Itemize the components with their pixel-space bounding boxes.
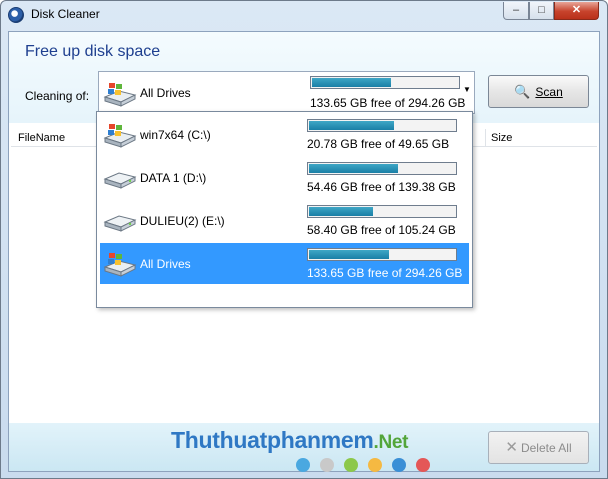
column-separator[interactable] <box>485 129 486 147</box>
column-size[interactable]: Size <box>491 132 512 144</box>
combo-free-space: 133.65 GB free of 294.26 GB <box>310 96 466 110</box>
drive-option-name: win7x64 (C:\) <box>140 128 211 142</box>
disk-cleaner-app-icon <box>8 7 24 23</box>
watermark-suffix: .Net <box>373 432 409 453</box>
combo-selected-name: All Drives <box>140 86 191 100</box>
chevron-down-icon[interactable]: ▼ <box>463 85 471 94</box>
close-button[interactable]: ✕ <box>554 2 599 20</box>
watermark-dot <box>296 458 310 472</box>
drive-option-free-space: 133.65 GB free of 294.26 GB <box>307 266 463 280</box>
drive-option-free-space: 20.78 GB free of 49.65 GB <box>307 137 450 151</box>
drive-usage-bar <box>307 248 457 261</box>
hard-drive-icon <box>103 172 137 189</box>
drive-option-free-space: 58.40 GB free of 105.24 GB <box>307 223 456 237</box>
hard-drive-icon <box>103 215 137 232</box>
watermark-dot <box>344 458 358 472</box>
drive-select-combo[interactable]: All Drives 133.65 GB free of 294.26 GB ▼ <box>98 71 475 114</box>
drive-usage-bar <box>307 119 457 132</box>
windows-drive-icon <box>103 253 137 277</box>
drive-option[interactable]: DATA 1 (D:\) 54.46 GB free of 139.38 GB <box>100 157 469 198</box>
magnifier-icon: 🔍 <box>514 84 531 99</box>
maximize-button[interactable]: □ <box>529 2 554 20</box>
drive-dropdown-list[interactable]: win7x64 (C:\) 20.78 GB free of 49.65 GB DA… <box>96 111 473 308</box>
watermark-dot <box>320 458 334 472</box>
drive-option[interactable]: win7x64 (C:\) 20.78 GB free of 49.65 GB <box>100 114 469 155</box>
watermark-main: Thuthuatphanmem <box>171 427 374 453</box>
delete-all-label: Delete All <box>520 441 572 455</box>
combo-usage-bar <box>310 76 460 89</box>
window-title: Disk Cleaner <box>31 7 100 21</box>
delete-all-button[interactable]: ✕ Delete All <box>488 431 589 464</box>
drive-option-name: DATA 1 (D:\) <box>140 171 207 185</box>
header-panel: Free up disk space Cleaning of: All Driv… <box>9 32 599 123</box>
drive-usage-fill <box>309 164 398 173</box>
watermark-dot <box>392 458 406 472</box>
windows-drive-icon <box>103 124 137 148</box>
footer-panel: Thuthuatphanmem.Net ✕ Delete All <box>9 423 599 472</box>
minimize-button[interactable]: – <box>503 2 529 20</box>
drive-usage-fill <box>309 121 394 130</box>
combo-usage-fill <box>312 78 391 87</box>
cleaning-of-label: Cleaning of: <box>25 89 90 103</box>
scan-button-label: Scan <box>535 85 563 99</box>
watermark-logo: Thuthuatphanmem.Net <box>171 427 409 454</box>
drive-usage-fill <box>309 207 373 216</box>
drive-option-name: DULIEU(2) (E:\) <box>140 214 225 228</box>
drive-usage-fill <box>309 250 389 259</box>
page-title: Free up disk space <box>25 43 161 60</box>
title-bar[interactable]: Disk Cleaner – □ ✕ <box>1 1 607 27</box>
drive-option-free-space: 54.46 GB free of 139.38 GB <box>307 180 456 194</box>
drive-option[interactable]: DULIEU(2) (E:\) 58.40 GB free of 105.24 G… <box>100 200 469 241</box>
scan-button[interactable]: 🔍 Scan <box>488 75 589 108</box>
drive-option[interactable]: All Drives 133.65 GB free of 294.26 GB <box>100 243 469 284</box>
windows-drive-icon <box>103 83 137 107</box>
watermark-dot <box>416 458 430 472</box>
watermark-dot <box>368 458 382 472</box>
drive-usage-bar <box>307 162 457 175</box>
delete-x-icon: ✕ <box>505 439 518 456</box>
drive-option-name: All Drives <box>140 257 191 271</box>
drive-usage-bar <box>307 205 457 218</box>
column-filename[interactable]: FileName <box>18 132 65 144</box>
